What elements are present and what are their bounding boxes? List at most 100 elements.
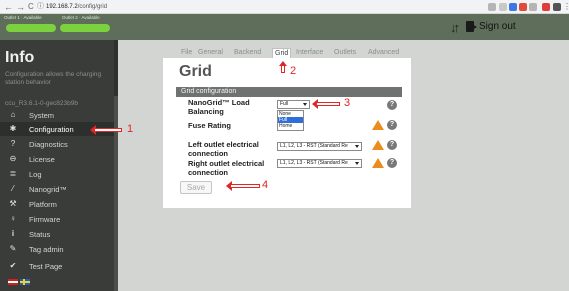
sidebar-title: Info [5,49,35,66]
url-host: 192.168.7.2 [46,4,78,10]
sidebar-item-nanogrid[interactable]: ⁄ Nanogrid™ [0,182,114,196]
forward-button[interactable]: → [16,1,25,13]
back-button[interactable]: ← [4,1,13,13]
extension-icon[interactable] [519,3,527,11]
signout-button[interactable]: Sign out [466,20,530,35]
extension-icon[interactable] [542,3,550,11]
help-icon[interactable]: ? [387,158,397,168]
warning-icon[interactable] [372,140,384,150]
left-outlet-select[interactable]: L1, L2, L3 - RST (Standard Re [277,142,362,151]
reload-button[interactable]: C [28,1,34,13]
key-icon[interactable] [488,3,496,11]
sidebar-item-license[interactable]: ⊖ License [0,152,114,166]
load-balancing-label: NanoGrid™ Load Balancing [188,98,250,116]
sidebar-description: Configuration allows the charging statio… [5,71,102,86]
left-outlet-label: Left outlet electrical connection [188,140,259,158]
home-icon: ⌂ [10,110,16,119]
outlet-2-label: Outlet 2 · Available [62,15,100,20]
sidebar-item-firmware[interactable]: ♀ Firmware [0,212,114,226]
sidebar-item-label: Status [29,230,51,239]
load-balancing-value: Full [280,101,289,107]
sidebar-item-test-page[interactable]: ✔ Test Page [0,259,114,273]
sidebar-item-system[interactable]: ⌂ System [0,108,114,122]
tab-interface[interactable]: Interface [296,48,323,58]
load-balancing-select[interactable]: Full [277,100,310,109]
nanogrid-icon: ⁄ [12,184,14,193]
right-outlet-value: L1, L2, L3 - RST (Standard Re [280,160,348,166]
sidebar-item-label: Tag admin [29,245,64,254]
swap-arrows-icon[interactable]: ↓↑ [450,21,460,34]
info-icon: i [11,229,15,238]
check-icon: ✔ [9,261,17,270]
tab-outlets[interactable]: Outlets [334,48,356,58]
page-title: Grid [179,63,212,80]
tab-backend[interactable]: Backend [234,48,261,58]
help-icon[interactable]: ? [387,120,397,130]
sidebar-item-tag-admin[interactable]: ✎ Tag admin [0,242,114,256]
sidebar-item-label: Log [29,170,42,179]
section-title: Grid configuration [181,88,237,95]
tab-file[interactable]: File [181,48,192,58]
flag-sweden-icon[interactable] [20,279,30,285]
annotation-arrow-1 [90,125,122,135]
extension-icon[interactable] [553,3,561,11]
sidebar-item-label: System [29,111,55,120]
annotation-2: 2 [290,65,297,77]
sidebar-item-label: Diagnostics [29,140,68,149]
gear-icon: ✱ [9,124,17,133]
outlet-1-label: Outlet 1 · Available [4,15,42,20]
url-path: /config/grid [77,4,108,10]
right-outlet-select[interactable]: L1, L2, L3 - RST (Standard Re [277,159,362,168]
help-icon[interactable]: ? [387,100,397,110]
warning-icon[interactable] [372,120,384,130]
sign-out-icon [466,21,477,32]
chevron-down-icon [355,145,359,148]
sidebar-item-log[interactable]: ≣ Log [0,167,114,181]
address-bar[interactable]: 192.168.7.2/config/grid [46,1,107,13]
annotation-arrow-4 [226,181,260,191]
extension-icon[interactable] [529,3,537,11]
signout-label: Sign out [479,21,516,32]
sidebar-item-label: Test Page [29,262,63,271]
sidebar-item-label: License [29,155,55,164]
tab-advanced[interactable]: Advanced [368,48,399,58]
tab-general[interactable]: General [198,48,223,58]
star-icon[interactable] [499,3,507,11]
tag-icon: ✎ [9,244,17,253]
right-outlet-label: Right outlet electrical connection [188,159,265,177]
annotation-1: 1 [127,123,134,135]
sidebar-item-label: Nanogrid™ [29,185,67,194]
flag-uk-icon[interactable] [8,279,18,285]
outlet-2-status [60,24,110,32]
annotation-arrow-2 [279,61,287,73]
chevron-down-icon [303,103,307,106]
sidebar-item-label: Firmware [29,215,61,224]
site-info-icon[interactable]: ⓘ [37,1,44,13]
sidebar-item-platform[interactable]: ⚒ Platform [0,197,114,211]
option-home[interactable]: Home [278,123,303,129]
load-balancing-options: None Full Home [277,110,304,131]
browser-menu-icon[interactable]: ⋮ [563,1,569,13]
list-icon: ≣ [9,169,17,178]
left-outlet-value: L1, L2, L3 - RST (Standard Re [280,143,348,149]
help-icon[interactable]: ? [387,140,397,150]
sidebar-item-label: Configuration [29,125,74,134]
firmware-icon: ♀ [10,214,16,223]
extension-icon[interactable] [509,3,517,11]
chevron-down-icon [355,162,359,165]
firmware-version: ccu_R3.6.1-0-gec823b9b [5,100,78,107]
annotation-4: 4 [262,179,269,191]
wrench-icon: ⚒ [9,199,17,208]
annotation-arrow-3 [312,99,340,109]
save-button[interactable]: Save [180,181,212,194]
warning-icon[interactable] [372,158,384,168]
outlet-1-status [6,24,56,32]
sidebar-item-status[interactable]: i Status [0,227,114,241]
fuse-rating-label: Fuse Rating [188,121,231,130]
sidebar-item-diagnostics[interactable]: ? Diagnostics [0,137,114,151]
annotation-3: 3 [344,97,351,109]
section-header: Grid configuration [176,87,402,97]
browser-toolbar: ← → C ⓘ 192.168.7.2/config/grid ⋮ [0,0,569,14]
question-icon: ? [10,139,16,148]
lock-icon: ⊖ [9,154,17,163]
